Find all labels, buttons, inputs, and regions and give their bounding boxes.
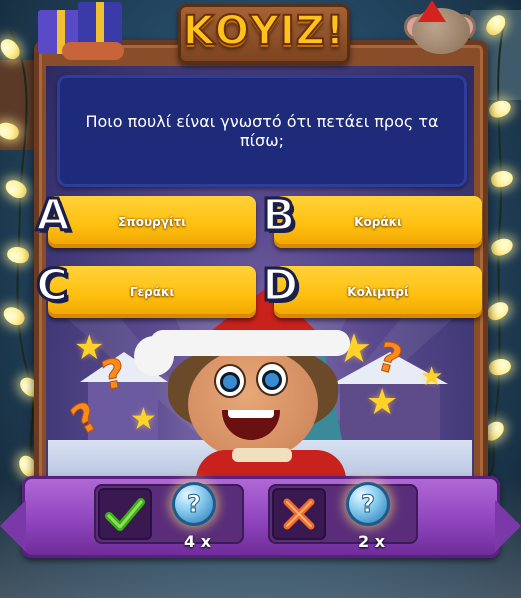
- answer-a-button[interactable]: Σπουργίτι: [48, 196, 256, 248]
- correct-count: 4 x: [184, 532, 212, 551]
- coin-icon: ?: [172, 482, 216, 526]
- answer-c-label: Γεράκι: [129, 285, 175, 299]
- answer-a-label: Σπουργίτι: [118, 215, 186, 229]
- ribbon-end-right: [495, 500, 521, 552]
- character-collar: [232, 448, 292, 462]
- answer-b-letter: B: [261, 189, 298, 243]
- character-pupil-right: [262, 370, 282, 390]
- coin-icon: ?: [346, 482, 390, 526]
- question-text: Ποιο πουλί είναι γνωστό ότι πετάει προς …: [85, 112, 439, 150]
- answer-d-button[interactable]: Κολιμπρί: [274, 266, 482, 318]
- character-face: [188, 348, 318, 460]
- character-pupil-left: [220, 372, 240, 392]
- answer-b-label: Κοράκι: [354, 215, 402, 229]
- answer-c-button[interactable]: Γεράκι: [48, 266, 256, 318]
- star-icon: ★: [130, 402, 157, 437]
- ribbon-end-left: [0, 500, 26, 552]
- mouse-santa-hat: [418, 0, 446, 22]
- check-icon: [105, 498, 145, 531]
- cross-icon: [283, 498, 315, 530]
- answer-b-button[interactable]: Κοράκι: [274, 196, 482, 248]
- question-panel: Ποιο πουλί είναι γνωστό ότι πετάει προς …: [57, 75, 467, 187]
- answer-a-letter: A: [34, 189, 71, 243]
- star-icon: ★: [420, 362, 444, 392]
- cookie-decoration: [62, 42, 124, 60]
- character-hat-pompom: [134, 336, 174, 376]
- wrong-icon-tile: [272, 488, 326, 540]
- wrong-count: 2 x: [358, 532, 386, 551]
- character-teeth: [228, 410, 274, 418]
- page-title: ΚΟΥΙΖ!: [182, 7, 346, 55]
- character-hat-trim: [150, 330, 350, 356]
- answer-d-label: Κολιμπρί: [347, 285, 409, 299]
- correct-icon-tile: [98, 488, 152, 540]
- answer-c-letter: C: [34, 259, 69, 313]
- star-icon: ★: [366, 382, 399, 423]
- answer-d-letter: D: [261, 259, 300, 313]
